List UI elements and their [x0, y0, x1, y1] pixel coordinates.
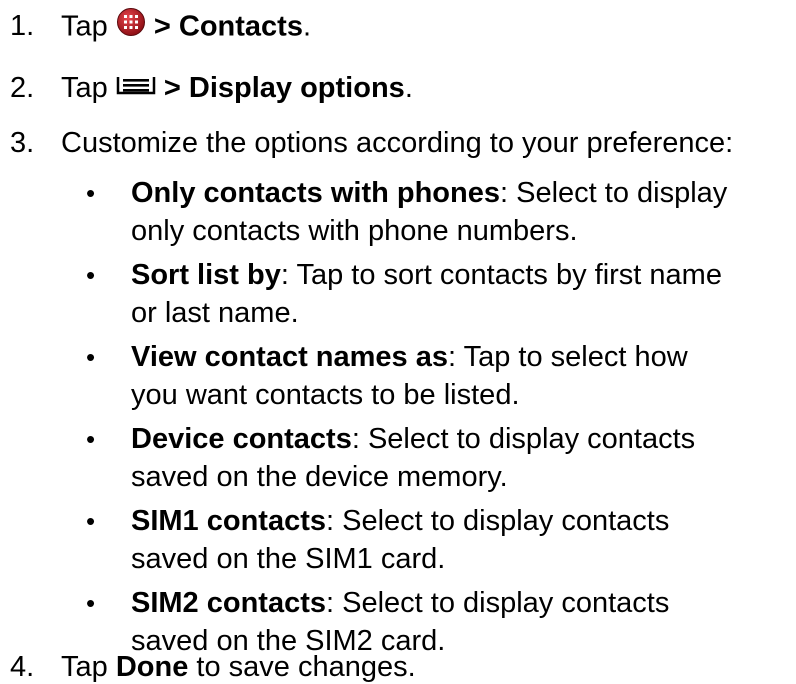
bullet: •	[86, 506, 96, 536]
menu-icon	[116, 70, 156, 104]
option-term: SIM2 contacts	[131, 587, 326, 619]
step-bold: > Display options	[163, 72, 405, 104]
bullet: •	[86, 588, 96, 618]
option-term: View contact names as	[131, 341, 449, 373]
option-description: saved on the SIM1 card.	[131, 543, 446, 575]
option-term: Sort list by	[131, 259, 281, 291]
option-description: : Tap to sort contacts by first name	[280, 259, 722, 291]
step-text: Tap	[61, 72, 108, 104]
step-number: 1.	[10, 10, 35, 42]
step-number: 4.	[10, 651, 35, 683]
apps-grid-icon	[116, 7, 146, 45]
option-description: you want contacts to be listed.	[131, 379, 520, 411]
option-term: Only contacts with phones	[131, 177, 500, 209]
option-description: : Tap to select how	[448, 341, 688, 373]
option-description: : Select to display contacts	[326, 505, 670, 537]
option-description: or last name.	[131, 297, 299, 329]
option-description: only contacts with phone numbers.	[131, 215, 578, 247]
bullet: •	[86, 424, 96, 454]
option-description: saved on the device memory.	[131, 461, 508, 493]
step-text: Tap	[61, 651, 116, 683]
step-bold: > Contacts	[153, 10, 303, 43]
step-text: Tap	[61, 10, 108, 43]
bullet: •	[86, 178, 96, 208]
step-number: 3.	[10, 127, 35, 159]
option-description: : Select to display contacts	[326, 587, 670, 619]
option-description: : Select to display contacts	[351, 423, 696, 455]
step-text: Customize the options according to your …	[61, 127, 734, 159]
option-description: : Select to display	[500, 177, 728, 209]
step-bold: Done	[115, 651, 189, 683]
step-number: 2.	[10, 72, 35, 104]
bullet: •	[86, 260, 96, 290]
bullet: •	[86, 342, 96, 372]
option-term: SIM1 contacts	[131, 505, 326, 537]
option-term: Device contacts	[131, 423, 352, 455]
